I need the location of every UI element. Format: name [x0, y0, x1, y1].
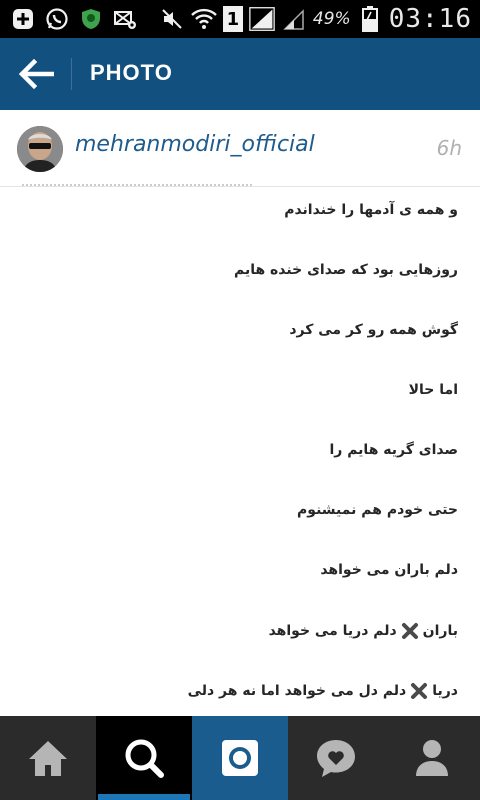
arrow-left-icon	[18, 59, 54, 89]
signal-2-icon	[281, 6, 307, 32]
search-icon	[125, 739, 164, 778]
caption-line: صدای گریه هایم را	[329, 442, 458, 458]
mute-icon	[159, 6, 185, 32]
nav-search[interactable]	[96, 716, 192, 800]
camera-icon	[222, 740, 258, 776]
cross-mark-icon	[401, 623, 418, 639]
home-icon	[29, 741, 67, 776]
nav-profile[interactable]	[384, 716, 480, 800]
notification-plus-icon	[10, 6, 36, 32]
nav-activity[interactable]	[288, 716, 384, 800]
page-title: PHOTO	[90, 60, 173, 85]
caption-line: و همه ی آدمها را خنداندم	[284, 202, 458, 218]
signal-icon	[249, 6, 275, 32]
action-bar-divider	[71, 58, 72, 90]
post-header: mehranmodiri_official 6h	[0, 110, 480, 187]
caption-line: حتی خودم هم نمیشنوم	[297, 502, 458, 518]
nav-active-indicator	[98, 794, 190, 800]
battery-percent: 49%	[312, 9, 351, 29]
caption-word: دریا	[432, 683, 458, 699]
post-timestamp: 6h	[436, 136, 462, 160]
caption-line: دلم باران می خواهد	[320, 562, 458, 578]
whatsapp-icon	[44, 6, 70, 32]
person-icon	[416, 740, 448, 776]
caption-line: روزهایی بود که صدای خنده هایم	[233, 262, 458, 278]
caption-word: دلم دریا می خواهد	[268, 623, 397, 639]
wifi-icon	[191, 6, 217, 32]
caption-line: دریا دلم دل می خواهد اما نه هر دلی	[188, 682, 458, 700]
heart-bubble-icon	[317, 740, 355, 777]
sim-1-icon: 1	[222, 6, 243, 32]
security-shield-icon	[78, 6, 104, 32]
caption-line: گوش همه رو کر می کرد	[289, 322, 458, 338]
no-data-settings-icon	[112, 6, 138, 32]
caption-line: باران دلم دریا می خواهد	[269, 622, 458, 640]
action-bar: PHOTO	[0, 38, 480, 110]
back-button[interactable]	[14, 54, 58, 94]
caption-word: باران	[422, 623, 458, 639]
caption-word: دلم دل می خواهد اما نه هر دلی	[187, 683, 407, 699]
status-bar: 1 49% 03:16	[0, 0, 480, 38]
bottom-nav	[0, 716, 480, 800]
username-link[interactable]: mehranmodiri_official	[75, 132, 315, 157]
caption-line: اما حالا	[408, 382, 458, 398]
nav-home[interactable]	[0, 716, 96, 800]
battery-charging-icon	[357, 6, 383, 32]
cross-mark-icon	[411, 683, 428, 699]
avatar[interactable]	[17, 126, 63, 172]
nav-camera[interactable]	[192, 716, 288, 800]
clock: 03:16	[388, 4, 472, 34]
photo-caption: و همه ی آدمها را خنداندم روزهایی بود که …	[0, 186, 480, 716]
